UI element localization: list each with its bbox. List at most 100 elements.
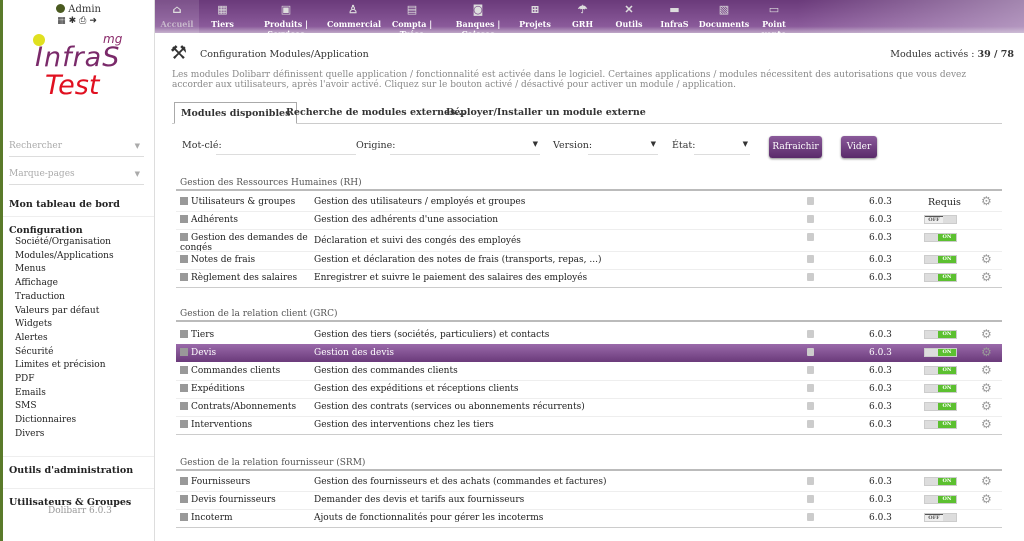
help-icon[interactable] [807,513,814,521]
search-select[interactable]: Rechercher ▼ [9,135,144,157]
module-toggle[interactable]: ON [924,330,957,339]
module-name: Utilisateurs & groupes [180,197,310,207]
module-toggle[interactable]: ON [924,384,957,393]
module-version: 6.0.3 [869,402,892,412]
module-toggle[interactable]: ON [924,348,957,357]
module-toggle[interactable]: ON [924,495,957,504]
sidebar-item[interactable]: Divers [3,428,154,442]
sidebar-configuration[interactable]: Configuration [3,225,154,236]
help-icon[interactable] [807,384,814,392]
logo-line1: InfraS [35,42,121,73]
menu-tiers[interactable]: ▦ Tiers [200,0,245,33]
bookmarks-placeholder: Marque-pages [9,169,75,179]
menu-grh[interactable]: ☂ GRH [560,0,605,33]
menu-icon: ✕ [624,3,634,16]
divider [176,434,1002,435]
module-toggle[interactable]: OFF [924,513,957,522]
gear-icon[interactable]: ⚙ [981,270,992,284]
origin-select[interactable]: ▼ [390,136,540,155]
clear-button[interactable]: Vider [841,136,877,158]
bookmarks-select[interactable]: Marque-pages ▼ [9,163,144,185]
module-version: 6.0.3 [869,477,892,487]
print-icon[interactable]: ⎙ [79,16,89,26]
module-icon [180,366,188,374]
sidebar-item[interactable]: Affichage [3,277,154,291]
version-select[interactable]: ▼ [588,136,658,155]
gear-icon[interactable]: ⚙ [981,194,992,208]
sidebar-item[interactable]: Widgets [3,318,154,332]
help-icon[interactable] [807,495,814,503]
gear-icon[interactable]: ⚙ [981,327,992,341]
sidebar-users-groups[interactable]: Utilisateurs & Groupes [3,487,154,508]
sidebar-item[interactable]: Valeurs par défaut [3,305,154,319]
gear-icon[interactable]: ⚙ [981,417,992,431]
menu-accueil[interactable]: ⌂ Accueil [155,0,199,33]
help-icon[interactable] [807,197,814,205]
help-icon[interactable] [807,215,814,223]
help-icon[interactable] [807,233,814,241]
menu-projets[interactable]: ⊞ Projets [512,0,558,33]
help-icon[interactable] [807,273,814,281]
sidebar-item[interactable]: Emails [3,387,154,401]
toggle-state: OFF [925,216,943,223]
avatar [56,4,66,13]
gear-icon[interactable]: ⚙ [981,345,992,359]
sidebar-item[interactable]: Dictionnaires [3,414,154,428]
sidebar-item[interactable]: Traduction [3,291,154,305]
gear-icon[interactable]: ⚙ [981,399,992,413]
bug-icon[interactable]: ✱ [69,16,80,26]
menu-compta-tr-so[interactable]: ▤ Compta | Tréso [380,0,444,39]
module-name-text: Commandes clients [191,366,281,376]
menu-infras[interactable]: ▬ InfraS [652,0,697,33]
sidebar-dashboard[interactable]: Mon tableau de bord [3,199,154,217]
module-toggle[interactable]: OFF [924,215,957,224]
help-icon[interactable] [807,255,814,263]
menu-icon: ⌂ [172,3,182,16]
module-toggle[interactable]: ON [924,233,957,242]
refresh-button[interactable]: Rafraichir [769,136,822,158]
sidebar-admin-tools[interactable]: Outils d'administration [3,455,154,476]
gear-icon[interactable]: ⚙ [981,252,992,266]
help-icon[interactable] [807,366,814,374]
sidebar-item[interactable]: Alertes [3,332,154,346]
menu-point-vente[interactable]: ▭ Point vente [750,0,798,39]
calculator-icon[interactable]: ▦ [57,16,69,26]
sidebar-item[interactable]: SMS [3,400,154,414]
module-description: Gestion des expéditions et réceptions cl… [314,384,519,394]
keyword-input[interactable] [216,136,356,155]
group-title: Gestion des Ressources Humaines (RH) [180,178,362,188]
sidebar-item[interactable]: PDF [3,373,154,387]
module-toggle[interactable]: ON [924,255,957,264]
gear-icon[interactable]: ⚙ [981,474,992,488]
help-icon[interactable] [807,420,814,428]
tab-available-modules[interactable]: Modules disponibles [174,102,298,124]
sidebar-item[interactable]: Menus [3,263,154,277]
module-toggle[interactable]: ON [924,477,957,486]
menu-banques-caisses[interactable]: ◙ Banques | Caisses [445,0,511,39]
menu-outils[interactable]: ✕ Outils [607,0,651,33]
menu-documents[interactable]: ▧ Documents [698,0,750,33]
tab-deploy-external[interactable]: Déployer/Installer un module externe [440,102,652,124]
menu-produits-services[interactable]: ▣ Produits | Services [247,0,325,39]
sidebar-item[interactable]: Sécurité [3,346,154,360]
company-logo[interactable]: mg InfraS Test [3,32,154,112]
module-toggle[interactable]: ON [924,402,957,411]
logout-icon[interactable]: ➜ [89,16,100,26]
sidebar-item[interactable]: Société/Organisation [3,236,154,250]
help-icon[interactable] [807,402,814,410]
gear-icon[interactable]: ⚙ [981,363,992,377]
module-toggle[interactable]: ON [924,273,957,282]
help-icon[interactable] [807,330,814,338]
sidebar-item[interactable]: Modules/Applications [3,250,154,264]
module-name: Devis [180,348,310,358]
help-icon[interactable] [807,348,814,356]
module-toggle[interactable]: ON [924,420,957,429]
user-info[interactable]: Admin [3,0,154,15]
help-icon[interactable] [807,477,814,485]
gear-icon[interactable]: ⚙ [981,381,992,395]
module-toggle[interactable]: ON [924,366,957,375]
gear-icon[interactable]: ⚙ [981,492,992,506]
sidebar-item[interactable]: Limites et précision [3,359,154,373]
state-select[interactable]: ▼ [694,136,750,155]
menu-commercial[interactable]: ♙ Commercial [327,0,381,33]
